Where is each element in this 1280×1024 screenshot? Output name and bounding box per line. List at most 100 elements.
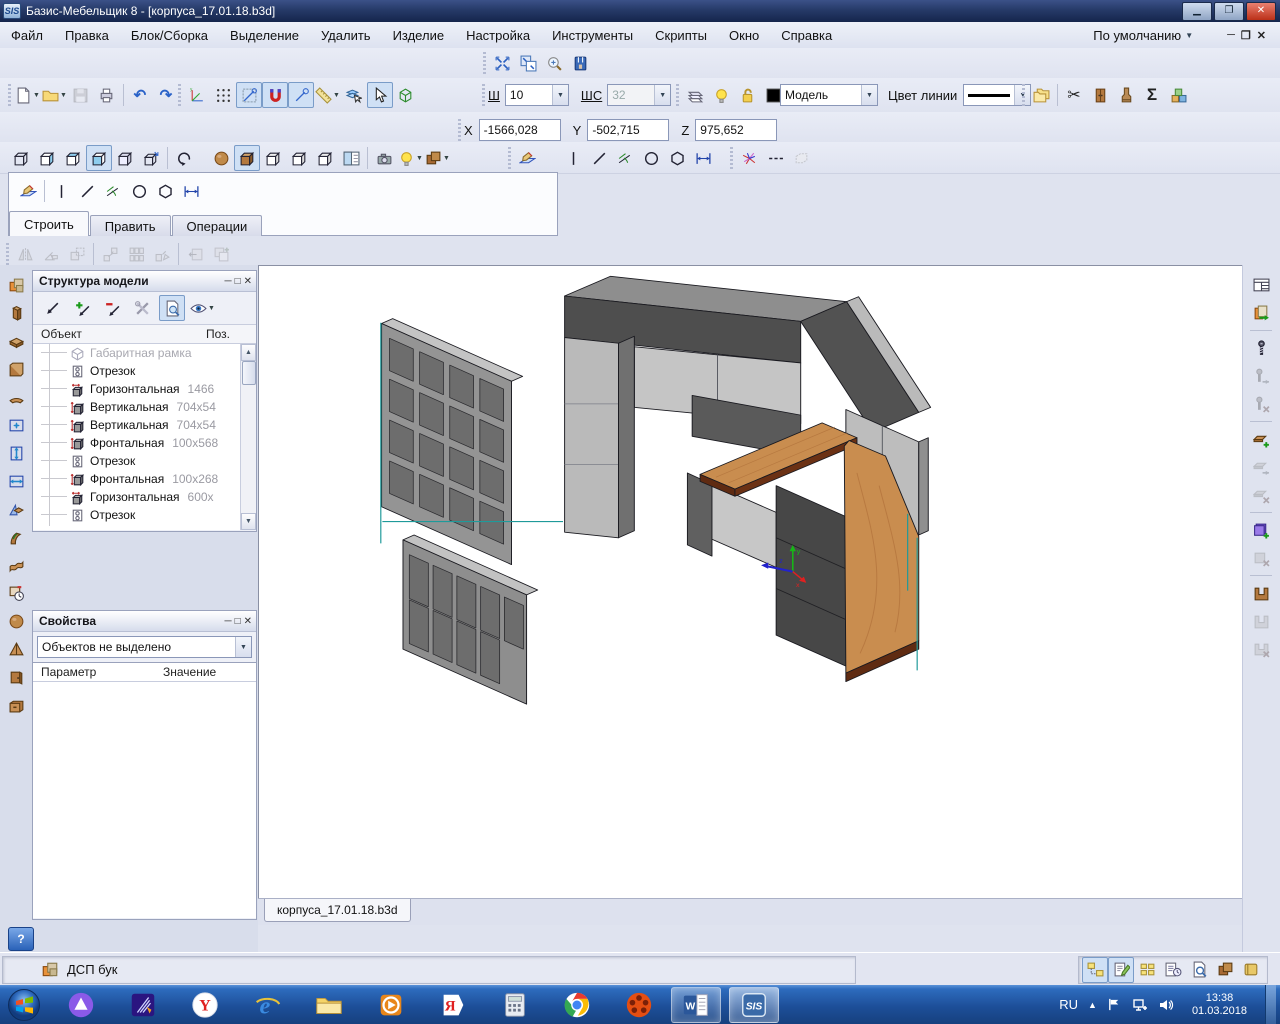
box-3d-button[interactable] xyxy=(393,82,419,108)
menu-инструменты[interactable]: Инструменты xyxy=(541,22,644,48)
groove-delete-button[interactable] xyxy=(1248,636,1274,662)
rotate-by-angle-button[interactable] xyxy=(38,241,64,267)
open-file-button[interactable]: ▼ xyxy=(41,82,68,108)
select-cursor-button[interactable] xyxy=(366,82,393,108)
tree-item[interactable]: Вертикальная 704x54 xyxy=(33,398,256,416)
rotate-view-button[interactable] xyxy=(171,145,197,171)
panel-maximize-icon[interactable]: □ xyxy=(235,276,241,287)
panel-minimize-icon[interactable]: ─ xyxy=(224,616,231,627)
scene-light-button[interactable]: ▼ xyxy=(397,145,424,171)
draw-parallel-button[interactable] xyxy=(100,178,126,204)
tab-строить[interactable]: Строить xyxy=(9,211,89,236)
groove-add-button[interactable] xyxy=(1248,580,1274,606)
taskbar-movie-app[interactable] xyxy=(615,988,663,1022)
menu-файл[interactable]: Файл xyxy=(0,22,54,48)
menu-удалить[interactable]: Удалить xyxy=(310,22,382,48)
undo-button[interactable]: ↶ xyxy=(127,82,153,108)
edgeband-move-button[interactable] xyxy=(1248,454,1274,480)
search-preview-button[interactable] xyxy=(1186,957,1212,983)
draw-line-button[interactable] xyxy=(74,178,100,204)
drill-tool-button[interactable] xyxy=(1113,82,1139,108)
horizontal-dimension-button[interactable] xyxy=(3,468,29,494)
coordinate-axes-button[interactable]: y xyxy=(184,82,210,108)
tab-править[interactable]: Править xyxy=(89,215,171,236)
tree-item[interactable]: Фронтальная 100x268 xyxy=(33,470,256,488)
maximize-button[interactable]: ❐ xyxy=(1214,1,1244,21)
taskbar-bazis[interactable]: SIS xyxy=(729,986,779,1023)
view-wireframe-button[interactable] xyxy=(8,145,34,171)
dashed-line-button[interactable] xyxy=(762,145,788,171)
draw-circle-button[interactable] xyxy=(126,178,152,204)
draw-vertical-line-button[interactable] xyxy=(560,145,586,171)
add-to-selection-button[interactable] xyxy=(69,295,95,321)
render-white-2-button[interactable] xyxy=(286,145,312,171)
y-coordinate-input[interactable]: -502,715 xyxy=(587,119,670,141)
assembly-blocks-button[interactable] xyxy=(1165,82,1191,108)
taskbar-media-player[interactable] xyxy=(367,988,415,1022)
split-view-button[interactable] xyxy=(338,145,364,171)
scrollbar-thumb[interactable] xyxy=(242,361,256,385)
width2-combo[interactable]: 32 ▼ xyxy=(607,84,672,106)
document-tab[interactable]: корпуса_17.01.18.b3d xyxy=(264,899,411,922)
panel-close-icon[interactable]: ✕ xyxy=(244,276,252,287)
render-white-3-button[interactable] xyxy=(312,145,338,171)
draw-polygon-button[interactable] xyxy=(664,145,690,171)
draw-polygon-button[interactable] xyxy=(152,178,178,204)
print-button[interactable] xyxy=(94,82,120,108)
action-center-icon[interactable] xyxy=(1107,997,1122,1012)
parameters-list-button[interactable] xyxy=(1160,957,1186,983)
fit-screen-button[interactable] xyxy=(489,50,515,76)
frame-dimensions-button[interactable] xyxy=(3,412,29,438)
render-white-1-button[interactable] xyxy=(260,145,286,171)
taskbar-word[interactable]: W xyxy=(671,986,721,1023)
viewport-3d[interactable]: y z x xyxy=(258,265,1242,898)
tree-scrollbar[interactable]: ▲ ▼ xyxy=(240,344,256,530)
mdi-minimize-button[interactable]: ─ xyxy=(1227,29,1235,42)
mdi-close-button[interactable]: ✕ xyxy=(1257,29,1266,42)
scroll-up-icon[interactable]: ▲ xyxy=(241,344,256,361)
render-sphere-button[interactable] xyxy=(208,145,234,171)
materials-book-button[interactable] xyxy=(1238,957,1264,983)
profile-selector[interactable]: По умолчанию xyxy=(1093,28,1181,43)
tree-item[interactable]: Горизонтальная 1466 xyxy=(33,380,256,398)
help-button[interactable]: ? xyxy=(8,927,34,951)
draw-dimension-button[interactable] xyxy=(178,178,204,204)
ruler-button[interactable]: ▼ xyxy=(314,82,341,108)
taskbar-pen-tool[interactable] xyxy=(119,988,167,1022)
close-button[interactable]: ✕ xyxy=(1246,1,1276,21)
preview-object-button[interactable] xyxy=(159,295,185,321)
tree-item[interactable]: Отрезок xyxy=(33,452,256,470)
menu-изделие[interactable]: Изделие xyxy=(382,22,455,48)
edgeband-add-button[interactable] xyxy=(1248,426,1274,452)
layers-button[interactable] xyxy=(682,82,708,108)
select-layers-button[interactable] xyxy=(341,82,367,108)
panel-on-plane-button[interactable] xyxy=(3,496,29,522)
ghost-box-button[interactable] xyxy=(788,145,814,171)
groove-move-button[interactable] xyxy=(1248,608,1274,634)
edgeband-delete-button[interactable] xyxy=(1248,482,1274,508)
vertical-dimension-button[interactable] xyxy=(3,440,29,466)
view-left-button[interactable] xyxy=(34,145,60,171)
selection-combo[interactable]: Объектов не выделено ▼ xyxy=(37,636,252,658)
cabinet-tool-button[interactable] xyxy=(1087,82,1113,108)
tree-item[interactable]: Отрезок xyxy=(33,506,256,524)
structure-tree[interactable]: Габаритная рамка Отрезок Горизонтальная 146… xyxy=(33,344,256,530)
tree-item[interactable]: Горизонтальная 600x xyxy=(33,488,256,506)
properties-body[interactable] xyxy=(33,682,256,918)
start-button[interactable] xyxy=(5,988,43,1022)
lock-toggle-button[interactable] xyxy=(734,82,760,108)
cut-objects-button[interactable]: ✂ xyxy=(1061,82,1087,108)
cells-view-button[interactable] xyxy=(1134,957,1160,983)
mirror-button[interactable] xyxy=(12,241,38,267)
render-textured-button[interactable] xyxy=(234,145,260,171)
panel-maximize-icon[interactable]: □ xyxy=(235,616,241,627)
volume-icon[interactable] xyxy=(1158,997,1174,1013)
door-panel-button[interactable] xyxy=(3,664,29,690)
draw-on-plane-button[interactable] xyxy=(514,145,540,171)
snap-corner-button[interactable] xyxy=(236,82,262,108)
wavy-panel-button[interactable] xyxy=(3,552,29,578)
menu-настройка[interactable]: Настройка xyxy=(455,22,541,48)
draw-parallel-button[interactable] xyxy=(612,145,638,171)
copy-diagonal-button[interactable] xyxy=(149,241,175,267)
snapshot-camera-button[interactable] xyxy=(371,145,397,171)
